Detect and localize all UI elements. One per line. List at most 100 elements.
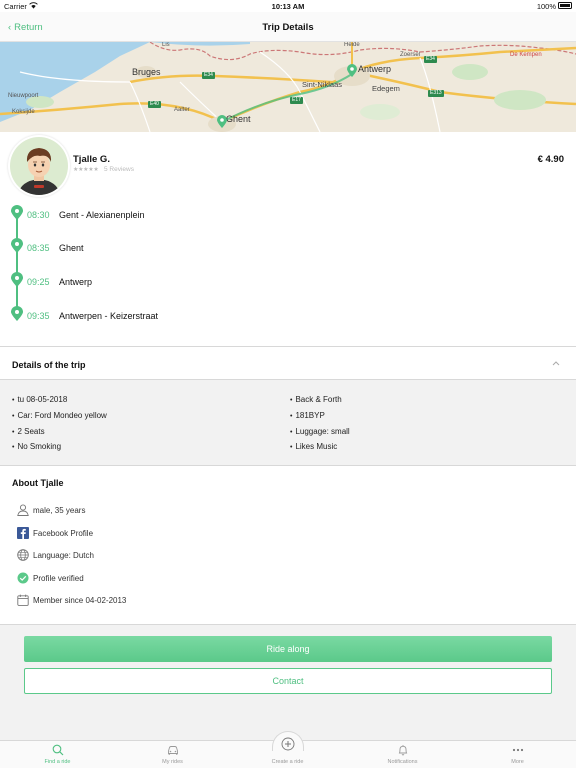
- calendar-icon: [17, 594, 29, 606]
- detail-item: • Luggage: small: [290, 427, 350, 436]
- route-stop: 08:30 Gent - Alexianenplein: [11, 205, 511, 221]
- map-label-sint-niklaas: Sint-Niklaas: [302, 80, 343, 89]
- reviews-link[interactable]: 5 Reviews: [104, 166, 134, 173]
- route-stop: 09:25 Antwerp: [11, 272, 511, 288]
- map-background: [0, 42, 576, 132]
- location-pin-icon: [11, 238, 23, 253]
- road-badge-e313: E313: [428, 90, 444, 97]
- about-language: Language: Dutch: [17, 549, 417, 563]
- ride-along-button[interactable]: Ride along: [24, 636, 552, 662]
- search-icon: [52, 744, 63, 756]
- route-map[interactable]: Bruges Antwerp Ghent Sint-Niklaas Edegem…: [0, 42, 576, 132]
- map-pin-icon-ghent: [217, 115, 227, 128]
- navigation-bar: ‹ Return Trip Details: [0, 12, 576, 42]
- facebook-icon: [17, 527, 29, 539]
- detail-luggage: Luggage: small: [295, 427, 350, 436]
- map-label-edegem: Edegem: [372, 84, 400, 93]
- detail-music: Likes Music: [295, 442, 338, 451]
- location-pin-icon: [11, 205, 23, 220]
- tab-notifications[interactable]: Notifications: [345, 741, 460, 768]
- detail-item: • tu 08-05-2018: [12, 395, 68, 404]
- road-badge-e17: E17: [290, 97, 303, 104]
- route-stop: 08:35 Ghent: [11, 238, 511, 254]
- map-label-zoersel: Zoersel: [400, 52, 421, 58]
- avatar[interactable]: [8, 135, 70, 197]
- map-label-bruges: Bruges: [132, 67, 161, 77]
- road-badge-e34-east: E34: [424, 56, 437, 63]
- tab-label: My rides: [162, 759, 183, 765]
- trip-details-list: • tu 08-05-2018 • Car: Ford Mondeo yellow …: [0, 380, 576, 466]
- person-icon: [17, 504, 29, 516]
- rating-stars: ★★★★★: [73, 167, 99, 173]
- map-label-nieuwpoort: Nieuwpoort: [8, 93, 39, 99]
- detail-item: • Car: Ford Mondeo yellow: [12, 411, 107, 420]
- detail-item: • No Smoking: [12, 442, 62, 451]
- map-label-ghent: Ghent: [226, 114, 251, 124]
- trip-price: € 4.90: [537, 154, 564, 165]
- stop-place: Ghent: [59, 243, 84, 253]
- gender-age-text: male, 35 years: [33, 506, 86, 515]
- tab-label: Create a ride: [271, 759, 304, 765]
- detail-seats: 2 Seats: [17, 427, 45, 436]
- trip-details-toggle[interactable]: Details of the trip: [0, 346, 576, 380]
- driver-card: Tjalle G. ★★★★★ 5 Reviews € 4.90: [0, 132, 576, 198]
- detail-date: tu 08-05-2018: [17, 395, 68, 404]
- member-since-text: Member since 04-02-2013: [33, 596, 127, 605]
- tab-my-rides[interactable]: My rides: [115, 741, 230, 768]
- stop-time: 09:35: [27, 311, 50, 321]
- detail-item: • Back & Forth: [290, 395, 342, 404]
- facebook-profile-link[interactable]: Facebook Profile: [33, 529, 93, 538]
- road-badge-e34-west: E34: [202, 72, 215, 79]
- location-pin-icon: [11, 306, 23, 321]
- bell-icon: [398, 745, 407, 756]
- stop-time: 09:25: [27, 277, 50, 287]
- about-member-since: Member since 04-02-2013: [17, 594, 417, 608]
- battery-percent: 100%: [536, 2, 556, 11]
- map-label-antwerp: Antwerp: [358, 64, 392, 74]
- detail-car: Car: Ford Mondeo yellow: [17, 411, 107, 420]
- car-icon: [167, 746, 178, 755]
- plus-circle-icon: [281, 737, 294, 751]
- detail-plate: 181BYP: [295, 411, 325, 420]
- route-connector-line: [16, 212, 18, 312]
- tab-create-a-ride[interactable]: Create a ride: [230, 737, 345, 768]
- location-pin-icon: [11, 272, 23, 287]
- driver-avatar-illustration: [10, 137, 68, 195]
- globe-icon: [17, 549, 29, 561]
- stop-place: Antwerpen - Keizerstraat: [59, 311, 159, 321]
- status-bar: Carrier 10:13 AM 100%: [0, 0, 576, 12]
- map-label-aalter: Aalter: [174, 107, 190, 113]
- route-stop: 09:35 Antwerpen - Keizerstraat: [11, 306, 511, 322]
- tab-bar: Find a ride My rides Create a ride Notif…: [0, 731, 576, 768]
- tab-label: Find a ride: [44, 759, 71, 765]
- more-icon: [512, 748, 523, 752]
- map-label-koksijde: Koksijde: [12, 109, 35, 115]
- map-pin-icon-antwerp: [347, 64, 357, 77]
- contact-button[interactable]: Contact: [24, 668, 552, 694]
- stop-time: 08:35: [27, 243, 50, 253]
- action-area: Ride along Contact: [0, 624, 576, 740]
- detail-item: • 181BYP: [290, 411, 325, 420]
- about-verified: Profile verified: [17, 572, 417, 586]
- check-circle-icon: [17, 572, 29, 584]
- detail-trip-type: Back & Forth: [295, 395, 342, 404]
- language-text: Language: Dutch: [33, 551, 94, 560]
- map-label-de-kempen: De Kempen: [510, 52, 542, 58]
- tab-label: Notifications: [387, 759, 418, 765]
- about-gender-age: male, 35 years: [17, 504, 417, 518]
- stop-place: Antwerp: [59, 277, 93, 287]
- stop-place: Gent - Alexianenplein: [59, 210, 145, 220]
- page-title: Trip Details: [262, 22, 314, 33]
- stop-time: 08:30: [27, 210, 50, 220]
- about-title: About Tjalle: [12, 478, 64, 488]
- verified-text: Profile verified: [33, 574, 84, 583]
- detail-item: • 2 Seats: [12, 427, 45, 436]
- tab-find-a-ride[interactable]: Find a ride: [0, 741, 115, 768]
- map-label-lis: Lis: [162, 42, 170, 48]
- trip-details-title: Details of the trip: [12, 360, 86, 370]
- chevron-up-icon: [552, 361, 560, 366]
- detail-smoking: No Smoking: [17, 442, 62, 451]
- status-time: 10:13 AM: [271, 2, 305, 11]
- about-facebook[interactable]: Facebook Profile: [17, 527, 417, 541]
- tab-more[interactable]: More: [460, 741, 575, 768]
